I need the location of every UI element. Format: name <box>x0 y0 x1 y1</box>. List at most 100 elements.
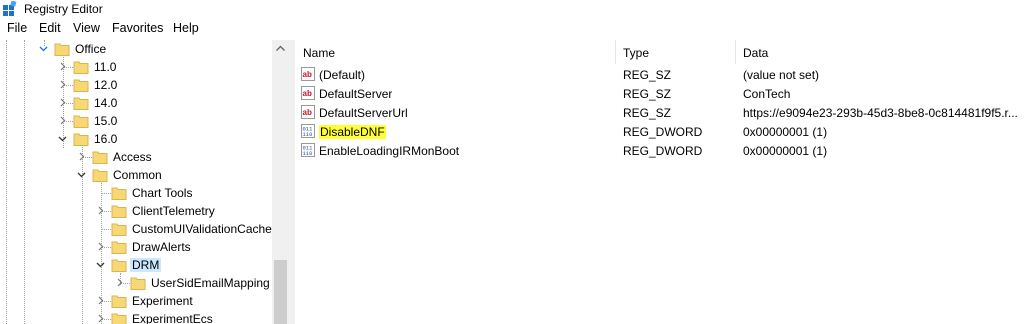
chevron-down-icon[interactable] <box>96 260 105 269</box>
menu-edit[interactable]: Edit <box>39 21 61 35</box>
tree-item-usersidemailmapping[interactable]: UserSidEmailMapping <box>0 274 275 292</box>
tree-item-14-0[interactable]: 14.0 <box>0 94 275 112</box>
chevron-right-icon[interactable] <box>58 116 67 125</box>
folder-icon <box>111 241 127 254</box>
svg-text:110: 110 <box>303 131 313 138</box>
value-name: DefaultServerUrl <box>319 106 408 120</box>
tree-label: 16.0 <box>94 132 118 146</box>
value-row[interactable]: ab DefaultServer REG_SZ ConTech <box>295 84 1035 103</box>
value-row[interactable]: ab (Default) REG_SZ (value not set) <box>295 65 1035 84</box>
values-list[interactable]: Name Type Data ab (Default) REG_SZ (valu… <box>295 40 1035 324</box>
tree-item-chart-tools[interactable]: Chart Tools <box>0 184 275 202</box>
value-row[interactable]: 011 110 EnableLoadingIRMonBoot REG_DWORD … <box>295 141 1035 160</box>
value-data: 0x00000001 (1) <box>743 144 828 158</box>
chevron-right-icon[interactable] <box>96 206 105 215</box>
chevron-right-icon[interactable] <box>58 98 67 107</box>
tree-item-drawalerts[interactable]: DrawAlerts <box>0 238 275 256</box>
tree-label: 11.0 <box>94 60 117 74</box>
tree-label: Chart Tools <box>132 186 193 200</box>
chevron-right-icon[interactable] <box>58 80 67 89</box>
value-name: (Default) <box>319 68 366 82</box>
menu-view[interactable]: View <box>73 21 100 35</box>
value-type: REG_SZ <box>623 106 672 120</box>
value-type: REG_DWORD <box>623 144 703 158</box>
svg-text:ab: ab <box>303 70 312 79</box>
chevron-right-icon[interactable] <box>58 62 67 71</box>
value-data: 0x00000001 (1) <box>743 125 828 139</box>
tree-item-customuivalidationcache[interactable]: CustomUIValidationCache <box>0 220 275 238</box>
column-header-data[interactable]: Data <box>735 40 1035 64</box>
menu-file[interactable]: File <box>7 21 27 35</box>
svg-text:ab: ab <box>303 89 312 98</box>
svg-text:110: 110 <box>303 150 313 157</box>
string-value-icon: ab <box>301 105 315 119</box>
menu-favorites[interactable]: Favorites <box>112 21 163 35</box>
tree-label: 14.0 <box>94 96 118 110</box>
value-data: ConTech <box>743 87 791 101</box>
tree-item-office[interactable]: Office <box>0 40 275 58</box>
chevron-right-icon[interactable] <box>96 296 105 305</box>
column-header-type[interactable]: Type <box>615 40 735 64</box>
tree-label: Access <box>113 150 152 164</box>
tree-label: UserSidEmailMapping <box>151 276 270 290</box>
value-row[interactable]: 011 110 DisableDNF REG_DWORD 0x00000001 (… <box>295 122 1035 141</box>
value-name: DisableDNF <box>319 125 386 139</box>
tree-label: ExperimentEcs <box>132 312 213 324</box>
value-name: EnableLoadingIRMonBoot <box>319 144 460 158</box>
tree-label-selected: DRM <box>130 258 162 272</box>
value-row[interactable]: ab DefaultServerUrl REG_SZ https://e9094… <box>295 103 1035 122</box>
value-name: DefaultServer <box>319 87 393 101</box>
folder-icon <box>73 61 89 74</box>
tree-label: DrawAlerts <box>132 240 191 254</box>
highlighted-name: DisableDNF <box>319 125 386 139</box>
tree-item-access[interactable]: Access <box>0 148 275 166</box>
chevron-right-icon[interactable] <box>96 314 105 323</box>
folder-icon <box>73 97 89 110</box>
binary-value-icon: 011110 <box>301 124 315 138</box>
key-tree[interactable]: Office 11.0 12.0 14.0 15.0 16.0 Access C… <box>0 40 289 324</box>
value-type: REG_DWORD <box>623 125 703 139</box>
folder-open-icon <box>54 43 70 56</box>
tree-label: Experiment <box>132 294 193 308</box>
chevron-down-icon[interactable] <box>58 134 67 143</box>
folder-icon <box>111 187 127 200</box>
chevron-right-icon[interactable] <box>96 242 105 251</box>
chevron-right-icon[interactable] <box>77 152 86 161</box>
tree-item-15-0[interactable]: 15.0 <box>0 112 275 130</box>
folder-icon <box>111 313 127 324</box>
folder-open-icon <box>111 259 127 272</box>
tree-label: CustomUIValidationCache <box>132 222 272 236</box>
tree-scrollbar[interactable] <box>272 40 289 324</box>
tree-item-16-0[interactable]: 16.0 <box>0 130 275 148</box>
chevron-down-icon[interactable] <box>77 170 86 179</box>
folder-icon <box>73 115 89 128</box>
chevron-right-icon[interactable] <box>115 278 124 287</box>
value-data: (value not set) <box>743 68 820 82</box>
value-type: REG_SZ <box>623 87 672 101</box>
tree-label: 12.0 <box>94 78 118 92</box>
tree-item-12-0[interactable]: 12.0 <box>0 76 275 94</box>
tree-item-clienttelemetry[interactable]: ClientTelemetry <box>0 202 275 220</box>
folder-icon <box>73 79 89 92</box>
chevron-down-icon[interactable] <box>39 44 48 53</box>
tree-label: ClientTelemetry <box>132 204 215 218</box>
tree-item-11-0[interactable]: 11.0 <box>0 58 275 76</box>
scroll-up-icon[interactable] <box>272 40 289 57</box>
registry-editor-icon <box>3 1 17 16</box>
title-bar: Registry Editor <box>0 0 1035 18</box>
tree-label: 15.0 <box>94 114 118 128</box>
tree-item-common[interactable]: Common <box>0 166 275 184</box>
tree-label: Common <box>113 168 162 182</box>
folder-icon <box>111 205 127 218</box>
tree-item-drm[interactable]: DRM <box>0 256 275 274</box>
scroll-thumb[interactable] <box>274 260 287 324</box>
menu-help[interactable]: Help <box>173 21 199 35</box>
tree-item-experiment[interactable]: Experiment <box>0 292 275 310</box>
menu-bar: File Edit View Favorites Help <box>0 19 1035 39</box>
column-header-name[interactable]: Name <box>295 40 615 64</box>
tree-item-experimentecs[interactable]: ExperimentEcs <box>0 310 275 324</box>
folder-icon <box>111 295 127 308</box>
binary-value-icon: 011110 <box>301 143 315 157</box>
value-type: REG_SZ <box>623 68 672 82</box>
value-data: https://e9094e23-293b-45d3-8be8-0c814481… <box>743 106 1018 120</box>
